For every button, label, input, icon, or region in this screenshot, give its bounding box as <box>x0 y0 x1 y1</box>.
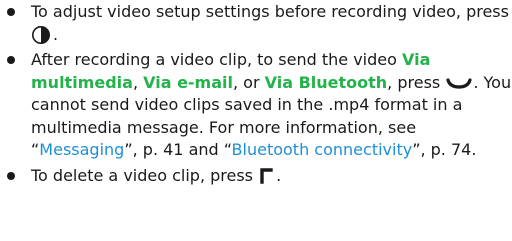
list-item: After recording a video clip, to send th… <box>0 49 512 162</box>
bullet-icon <box>7 171 15 180</box>
list-item: To delete a video clip, press . <box>0 165 512 188</box>
clear-key-icon <box>258 167 276 185</box>
item-text-end: . <box>53 24 59 44</box>
link-messaging[interactable]: Messaging <box>39 140 124 159</box>
separator-text: , <box>132 72 144 92</box>
item-text: After recording a video clip, to send th… <box>31 50 402 69</box>
call-key-icon <box>445 75 473 91</box>
bullet-icon <box>7 8 15 16</box>
link-bluetooth-connectivity[interactable]: Bluetooth connectivity <box>232 140 413 159</box>
item-text: ”, p. 41 and “ <box>124 140 232 159</box>
item-text: To adjust video setup settings before re… <box>31 2 509 21</box>
separator-text: , or <box>233 72 265 92</box>
item-text: To delete a video clip, press <box>31 165 254 185</box>
navigation-key-right-icon <box>31 25 53 45</box>
instruction-list: To adjust video setup settings before re… <box>0 0 512 187</box>
item-text: ”, p. 74. <box>412 140 477 159</box>
list-item: To adjust video setup settings before re… <box>0 1 512 46</box>
item-text: , press <box>387 72 441 92</box>
option-via-email: Via e-mail <box>143 72 233 92</box>
item-text-end: . <box>276 165 282 185</box>
option-via-bluetooth: Via Bluetooth <box>264 72 388 92</box>
bullet-icon <box>7 56 15 64</box>
